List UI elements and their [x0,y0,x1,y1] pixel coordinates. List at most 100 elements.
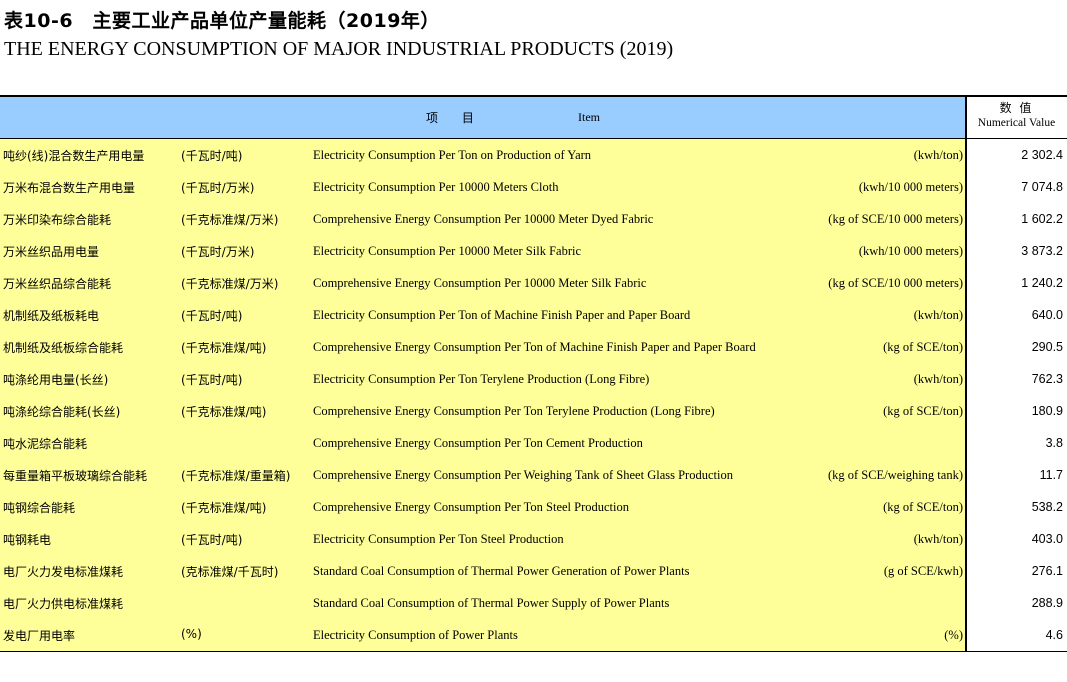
row-item-cell: 吨钢耗电 (千瓦时/吨) Electricity Consumption Per T… [0,523,965,555]
item-unit-cn: (千瓦时/吨) [181,533,243,547]
row-value-cell: 11.7 [965,459,1066,491]
row-item-cell: 万米印染布综合能耗 (千克标准煤/万米) Comprehensive Energy … [0,203,965,235]
row-item-cell: 吨纱(线)混合数生产用电量 (千瓦时/吨) Electricity Consumpt… [0,139,965,171]
item-name-cn: 吨涤纶用电量(长丝) [3,373,109,387]
item-name-en: Electricity Consumption Per Ton of Machi… [313,308,691,322]
table-row: 电厂火力供电标准煤耗 Standard Coal Consumption of T… [0,587,1067,619]
item-name-en: Comprehensive Energy Consumption Per Ton… [313,500,629,514]
item-name-cn: 机制纸及纸板耗电 [3,309,100,323]
row-value-cell: 4.6 [965,619,1066,651]
table-row: 吨水泥综合能耗 Comprehensive Energy Consumption … [0,427,1067,459]
item-unit-cn: (克标准煤/千瓦时) [181,565,279,579]
row-item-cell: 万米丝织品综合能耗 (千克标准煤/万米) Comprehensive Energy … [0,267,965,299]
item-unit-cn: (千克标准煤/吨) [181,341,267,355]
row-value-cell: 538.2 [965,491,1066,523]
table-row: 吨涤纶综合能耗(长丝) (千克标准煤/吨) Comprehensive Energy… [0,395,1067,427]
table-title-cn: 表10-6 主要工业产品单位产量能耗（2019年） [4,10,440,32]
item-name-en: Comprehensive Energy Consumption Per Ton… [313,340,756,354]
header-value-cn: 数 值 [999,101,1034,115]
header-item-en: Item [578,110,600,124]
row-item-cell: 机制纸及纸板综合能耗 (千克标准煤/吨) Comprehensive Energy … [0,331,965,363]
row-value-cell: 288.9 [965,587,1066,619]
table-row: 万米印染布综合能耗 (千克标准煤/万米) Comprehensive Energy … [0,203,1067,235]
row-item-cell: 电厂火力供电标准煤耗 Standard Coal Consumption of T… [0,587,965,619]
item-unit-en: (g of SCE/kwh) [883,564,963,578]
row-value-cell: 640.0 [965,299,1066,331]
table-row: 万米丝织品综合能耗 (千克标准煤/万米) Comprehensive Energy … [0,267,1067,299]
item-name-cn: 吨钢耗电 [3,533,52,547]
item-unit-en: (%) [944,628,963,642]
header-value-cell: 数 值 Numerical Value [965,97,1066,138]
table-row: 万米布混合数生产用电量 (千瓦时/万米) Electricity Consumpti… [0,171,1067,203]
item-unit-cn: (千克标准煤/吨) [181,405,267,419]
item-unit-cn: (千瓦时/万米) [181,181,255,195]
header-value-en: Numerical Value [977,117,1056,129]
item-unit-en: (kg of SCE/ton) [883,340,963,354]
energy-consumption-table: 项 目 Item 数 值 Numerical Value 吨纱(线)混合数生产用… [0,95,1067,652]
item-unit-en: (kwh/10 000 meters) [858,180,963,194]
item-name-cn: 吨钢综合能耗 [3,501,76,515]
item-unit-cn: (千瓦时/吨) [181,149,243,163]
item-name-cn: 吨水泥综合能耗 [3,437,88,451]
item-name-cn: 电厂火力供电标准煤耗 [3,597,124,611]
item-unit-cn: (千瓦时/吨) [181,373,243,387]
item-unit-en: (kwh/ton) [913,372,963,386]
item-name-en: Electricity Consumption Per Ton on Produ… [313,148,592,162]
item-unit-cn: (%) [181,627,202,641]
table-row: 每重量箱平板玻璃综合能耗 (千克标准煤/重量箱) Comprehensive Ene… [0,459,1067,491]
item-unit-en: (kg of SCE/10 000 meters) [828,212,963,226]
item-name-en: Electricity Consumption Per 10000 Meter … [313,244,582,258]
item-name-en: Electricity Consumption Per 10000 Meters… [313,180,559,194]
item-unit-en: (kg of SCE/10 000 meters) [828,276,963,290]
table-row: 吨钢综合能耗 (千克标准煤/吨) Comprehensive Energy Cons… [0,491,1067,523]
item-name-en: Comprehensive Energy Consumption Per Ton… [313,404,715,418]
table-row: 万米丝织品用电量 (千瓦时/万米) Electricity Consumption … [0,235,1067,267]
item-unit-en: (kwh/ton) [913,532,963,546]
item-name-en: Comprehensive Energy Consumption Per 100… [313,212,654,226]
row-value-cell: 403.0 [965,523,1066,555]
table-row: 机制纸及纸板综合能耗 (千克标准煤/吨) Comprehensive Energy … [0,331,1067,363]
row-value-cell: 3 873.2 [965,235,1066,267]
item-name-cn: 万米布混合数生产用电量 [3,181,136,195]
table-row: 机制纸及纸板耗电 (千瓦时/吨) Electricity Consumption P… [0,299,1067,331]
row-value-cell: 180.9 [965,395,1066,427]
item-unit-en: (kwh/10 000 meters) [858,244,963,258]
item-unit-cn: (千克标准煤/吨) [181,501,267,515]
row-item-cell: 吨钢综合能耗 (千克标准煤/吨) Comprehensive Energy Cons… [0,491,965,523]
row-item-cell: 每重量箱平板玻璃综合能耗 (千克标准煤/重量箱) Comprehensive Ene… [0,459,965,491]
row-value-cell: 2 302.4 [965,139,1066,171]
row-item-cell: 发电厂用电率 (%) Electricity Consumption of Powe… [0,619,965,651]
item-name-en: Standard Coal Consumption of Thermal Pow… [313,596,670,610]
item-name-cn: 机制纸及纸板综合能耗 [3,341,124,355]
table-body: 吨纱(线)混合数生产用电量 (千瓦时/吨) Electricity Consumpt… [0,139,1067,651]
table-row: 吨涤纶用电量(长丝) (千瓦时/吨) Electricity Consumption… [0,363,1067,395]
row-value-cell: 762.3 [965,363,1066,395]
row-item-cell: 电厂火力发电标准煤耗 (克标准煤/千瓦时) Standard Coal Consum… [0,555,965,587]
row-value-cell: 7 074.8 [965,171,1066,203]
table-title-en: THE ENERGY CONSUMPTION OF MAJOR INDUSTRI… [4,38,674,60]
item-name-cn: 每重量箱平板玻璃综合能耗 [3,469,148,483]
header-item-cn: 项 目 [426,111,474,125]
header-item-cell: 项 目 Item [0,97,965,138]
item-unit-en: (kwh/ton) [913,308,963,322]
row-value-cell: 1 602.2 [965,203,1066,235]
item-name-en: Standard Coal Consumption of Thermal Pow… [313,564,690,578]
row-item-cell: 机制纸及纸板耗电 (千瓦时/吨) Electricity Consumption P… [0,299,965,331]
item-unit-en: (kg of SCE/weighing tank) [827,468,963,482]
row-item-cell: 吨涤纶用电量(长丝) (千瓦时/吨) Electricity Consumption… [0,363,965,395]
item-unit-en: (kwh/ton) [913,148,963,162]
row-value-cell: 3.8 [965,427,1066,459]
item-name-cn: 万米丝织品用电量 [3,245,100,259]
table-row: 吨纱(线)混合数生产用电量 (千瓦时/吨) Electricity Consumpt… [0,139,1067,171]
row-item-cell: 吨涤纶综合能耗(长丝) (千克标准煤/吨) Comprehensive Energy… [0,395,965,427]
row-value-cell: 1 240.2 [965,267,1066,299]
item-unit-cn: (千克标准煤/重量箱) [181,469,291,483]
item-name-en: Electricity Consumption Per Ton Steel Pr… [313,532,564,546]
item-name-cn: 发电厂用电率 [3,629,76,643]
table-header: 项 目 Item 数 值 Numerical Value [0,97,1067,139]
item-name-cn: 万米丝织品综合能耗 [3,277,112,291]
item-unit-en: (kg of SCE/ton) [883,404,963,418]
table-row: 发电厂用电率 (%) Electricity Consumption of Powe… [0,619,1067,651]
item-name-en: Electricity Consumption Per Ton Terylene… [313,372,650,386]
item-name-cn: 电厂火力发电标准煤耗 [3,565,124,579]
